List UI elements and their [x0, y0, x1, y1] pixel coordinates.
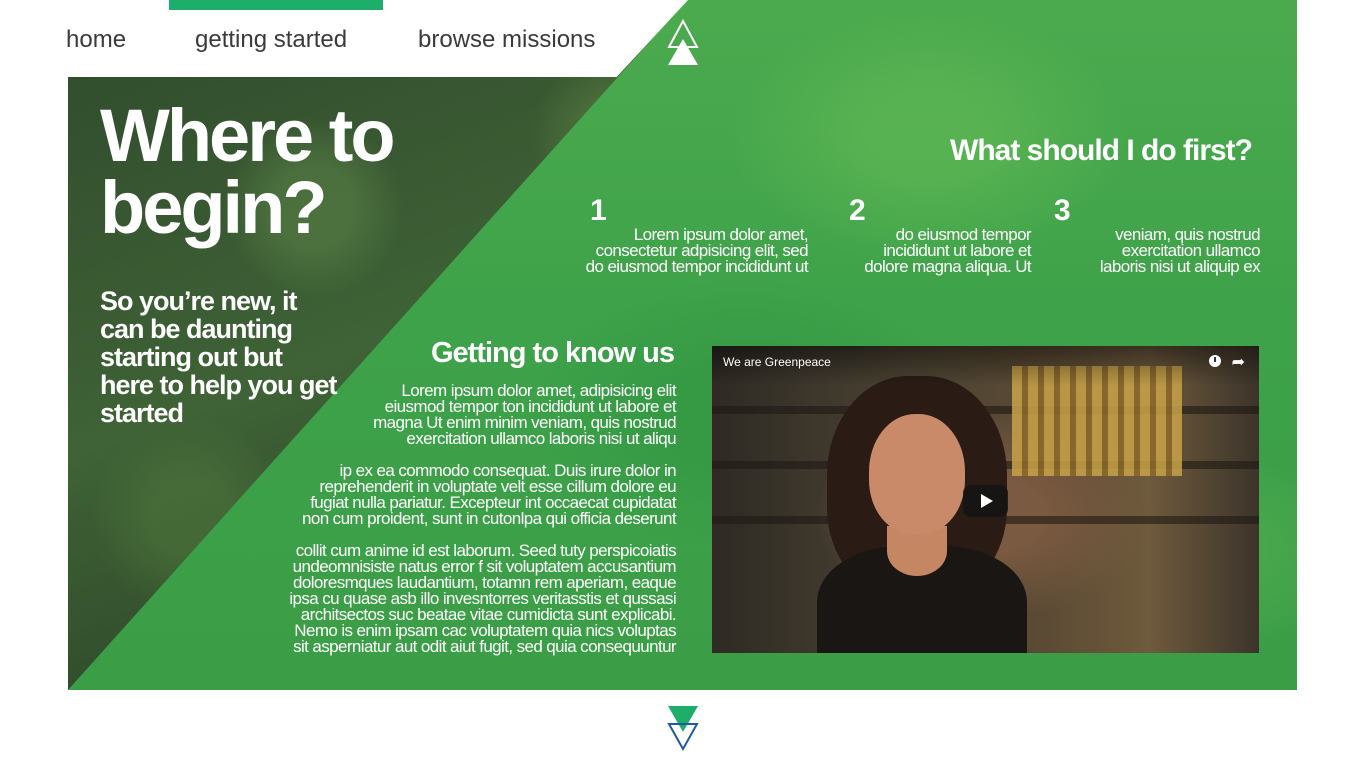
know-us-paragraph-2: ip ex ea commodo consequat. Duis irure d…	[301, 462, 677, 528]
step-2-text: do eiusmod tempor incididunt ut labore e…	[864, 226, 1031, 276]
paragraph-line: non cum proident, sunt in cutonlpa qui o…	[301, 509, 677, 528]
play-icon[interactable]	[963, 485, 1008, 517]
nav-home[interactable]: home	[66, 26, 126, 54]
nav-getting-started[interactable]: getting started	[195, 26, 347, 54]
nav-browse-missions[interactable]: browse missions	[418, 26, 595, 54]
paragraph-line: exercitation ullamco laboris nisi ut ali…	[406, 429, 676, 448]
step-1-line: do eiusmod tempor incididunt ut	[585, 257, 809, 276]
page-title-line2: begin?	[100, 166, 328, 249]
paragraph-line: sit asperniatur aut odit aiut fugit, sed…	[293, 637, 677, 656]
step-3-line: laboris nisi ut aliquip ex	[1099, 257, 1261, 276]
nav-active-indicator	[169, 0, 383, 10]
first-steps-title: What should I do first?	[950, 134, 1253, 167]
step-3-number: 3	[1054, 194, 1071, 227]
intro-text: So you’re new, it can be daunting starti…	[100, 286, 338, 428]
page-title: Where to begin?	[100, 94, 480, 249]
step-2-number: 2	[849, 194, 866, 227]
share-icon[interactable]: ➦	[1232, 352, 1245, 372]
step-1-text: Lorem ipsum dolor amet, consectetur adpi…	[585, 226, 809, 276]
step-2-line: dolore magna aliqua. Ut	[864, 257, 1031, 276]
step-3-text: veniam, quis nostrud exercitation ullamc…	[1099, 226, 1261, 276]
video-player[interactable]: We are Greenpeace ➦	[712, 346, 1259, 653]
scroll-up-arrow-icon[interactable]	[666, 19, 700, 67]
video-title[interactable]: We are Greenpeace	[723, 355, 831, 369]
step-1-number: 1	[590, 194, 607, 227]
know-us-paragraph-1: Lorem ipsum dolor amet, adipisicing elit…	[373, 382, 677, 448]
clock-icon[interactable]	[1209, 355, 1221, 367]
page-title-line1: Where to	[100, 94, 396, 177]
scroll-down-arrow-icon[interactable]	[666, 704, 700, 752]
know-us-title: Getting to know us	[431, 337, 675, 369]
know-us-paragraph-3: collit cum anime id est laborum. Seed tu…	[289, 542, 677, 656]
